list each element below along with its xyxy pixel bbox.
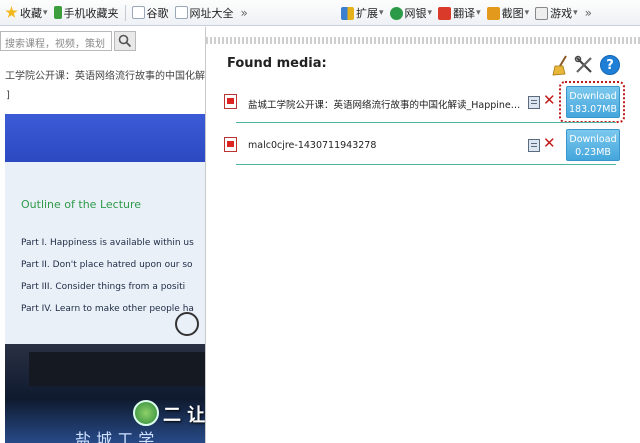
mobile-favorites-label: 手机收藏夹 — [63, 6, 119, 20]
video-banner-text: 盐 城 工 学 — [75, 430, 155, 443]
help-icon[interactable]: ? — [600, 55, 620, 75]
chevron-down-icon: ▾ — [427, 8, 433, 18]
broom-icon[interactable] — [551, 54, 571, 76]
google-page-icon — [131, 6, 145, 19]
chevron-down-icon: ▾ — [573, 8, 578, 18]
found-media-panel: Found media: ? 盐城工学院公开课：英语网络流行故事的中国化解读_H… — [205, 27, 640, 443]
favorites-label: 收藏 — [20, 6, 42, 20]
remove-icon[interactable]: ✕ — [543, 134, 556, 152]
translate-icon — [438, 6, 452, 20]
translate-label: 翻译 — [453, 7, 476, 20]
phone-icon — [53, 6, 62, 19]
tools-icon[interactable] — [574, 55, 594, 75]
lesson-title[interactable]: 工学院公开课：英语网络流行故事的中国化解读 — [5, 67, 205, 82]
mobile-favorites-button[interactable]: 手机收藏夹 — [51, 3, 122, 23]
browser-toolbar: 收藏 ▾ 手机收藏夹 谷歌 网址大全 » 扩展 ▾ 网银 ▾ 翻译 ▾ 截图 ▾… — [0, 0, 640, 26]
toolbar-right-group: 扩展 ▾ 网银 ▾ 翻译 ▾ 截图 ▾ 游戏 ▾ » — [338, 3, 596, 23]
remove-icon[interactable]: ✕ — [543, 91, 556, 109]
underlying-web-page: 搜索课程，视频，策划 工学院公开课：英语网络流行故事的中国化解读 ] Outli… — [0, 27, 205, 443]
favorites-button[interactable]: 收藏 ▾ — [2, 3, 51, 23]
chevron-down-icon: ▾ — [524, 8, 530, 18]
site-search-input[interactable]: 搜索课程，视频，策划 — [0, 31, 112, 51]
channel-logo — [133, 400, 159, 426]
panel-drag-handle[interactable] — [206, 37, 640, 44]
games-label: 游戏 — [550, 7, 573, 20]
download-size: 0.23MB — [575, 147, 611, 158]
media-item: malc0cjre-1430711943278 ✕ Download 0.23M… — [221, 129, 627, 165]
more-tools-icon[interactable]: » — [581, 6, 596, 20]
toolbar-divider — [124, 4, 126, 21]
media-file-name[interactable]: malc0cjre-1430711943278 — [248, 140, 523, 151]
copy-link-icon[interactable] — [528, 96, 540, 109]
slide-title: Outline of the Lecture — [21, 198, 142, 211]
video-file-icon — [224, 137, 237, 152]
online-banking-label: 网银 — [404, 7, 427, 20]
highlight-annotation — [559, 81, 625, 123]
slide-line: Part I. Happiness is available within us — [21, 238, 194, 248]
web-directory-label: 网址大全 — [189, 6, 234, 20]
video-file-icon — [224, 94, 237, 109]
extensions-button[interactable]: 扩展 ▾ — [338, 3, 387, 23]
extensions-label: 扩展 — [356, 7, 378, 20]
web-directory-icon — [174, 6, 188, 19]
chevron-down-icon: ▾ — [379, 8, 384, 18]
star-icon — [5, 6, 18, 18]
video-player[interactable]: Outline of the Lecture Part I. Happiness… — [5, 114, 205, 443]
screenshot-label: 截图 — [501, 7, 524, 20]
slide-line: Part II. Don't place hatred upon our so — [21, 260, 193, 270]
media-file-name[interactable]: 盐城工学院公开课：英语网络流行故事的中国化解读_Happiness is ava… — [248, 97, 523, 111]
more-bookmarks-icon[interactable]: » — [237, 6, 252, 20]
translate-button[interactable]: 翻译 ▾ — [435, 3, 484, 23]
google-bookmark[interactable]: 谷歌 — [129, 3, 172, 23]
chevron-down-icon: ▾ — [43, 7, 48, 18]
slide-decoration — [175, 312, 199, 336]
games-button[interactable]: 游戏 ▾ — [532, 3, 581, 23]
google-label: 谷歌 — [146, 6, 169, 20]
bank-icon — [389, 6, 403, 20]
found-media-heading: Found media: — [227, 56, 327, 71]
row-divider — [236, 122, 616, 123]
panel-actions: ? — [551, 54, 620, 76]
screenshot-button[interactable]: 截图 ▾ — [484, 3, 533, 23]
download-label: Download — [569, 134, 617, 145]
download-button[interactable]: Download 0.23MB — [566, 129, 620, 161]
slide-line: Part III. Consider things from a positi — [21, 282, 186, 292]
game-icon — [535, 6, 549, 20]
lesson-bracket: ] — [6, 90, 10, 101]
stage-monitor — [29, 352, 205, 386]
row-divider — [236, 164, 616, 165]
search-icon — [118, 34, 132, 48]
slide-line: Part IV. Learn to make other people ha — [21, 304, 194, 314]
extension-icon — [341, 6, 354, 20]
video-subtitle: 二 让 — [163, 405, 205, 426]
online-banking-button[interactable]: 网银 ▾ — [387, 3, 436, 23]
web-directory-bookmark[interactable]: 网址大全 — [172, 3, 237, 23]
lecture-slide: Outline of the Lecture Part I. Happiness… — [5, 162, 205, 344]
chevron-down-icon: ▾ — [476, 8, 481, 18]
site-search-button[interactable] — [114, 31, 136, 51]
copy-link-icon[interactable] — [528, 139, 540, 152]
video-top-area — [5, 114, 205, 162]
site-search: 搜索课程，视频，策划 — [0, 31, 205, 53]
screenshot-icon — [486, 6, 500, 20]
